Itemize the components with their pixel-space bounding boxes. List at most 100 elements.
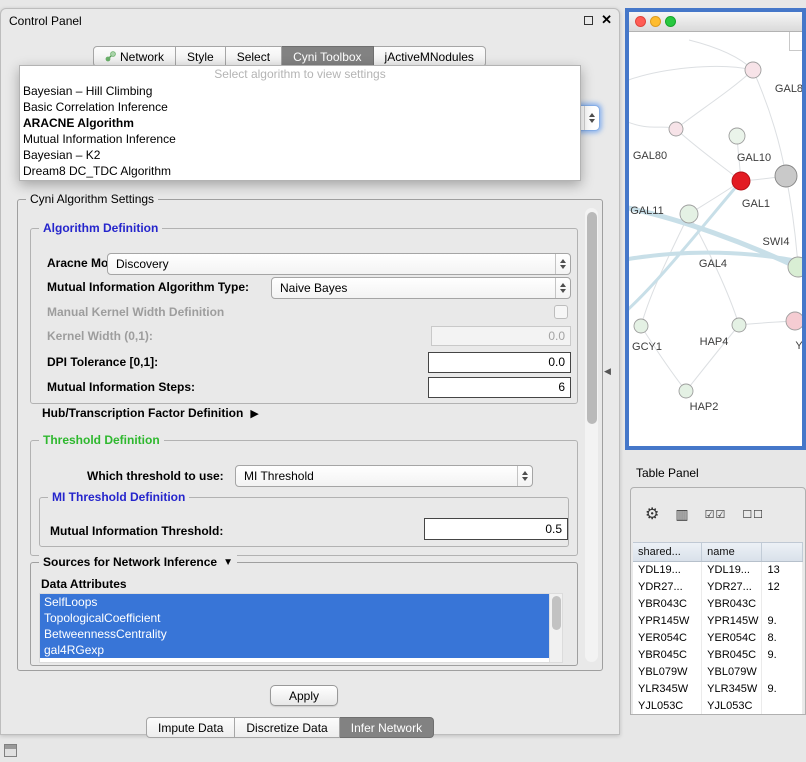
network-node[interactable]	[679, 384, 693, 398]
network-node[interactable]	[634, 319, 648, 333]
network-canvas[interactable]: GAL8GAL80GAL10GAL11GAL1SWI4GAL4GCY1HAP4Y…	[629, 32, 802, 446]
algorithm-option-bayesian-hill-climbing[interactable]: Bayesian – Hill Climbing	[20, 83, 580, 99]
tab-jactivemnodules[interactable]: jActiveMNodules	[374, 46, 486, 67]
tab-label: Style	[187, 50, 214, 64]
data-attribute-betweennesscentrality[interactable]: BetweennessCentrality	[40, 626, 549, 642]
table-cell: YDL19...	[633, 562, 702, 579]
float-panel-icon[interactable]	[584, 16, 593, 25]
node-label: GCY1	[632, 341, 662, 353]
mi-threshold-definition-title: MI Threshold Definition	[48, 490, 189, 504]
network-edge[interactable]	[676, 70, 753, 129]
close-traffic-light[interactable]	[635, 16, 646, 27]
algorithm-placeholder-option[interactable]: Select algorithm to view settings	[20, 66, 580, 83]
minimize-traffic-light[interactable]	[650, 16, 661, 27]
deselect-rows-icon[interactable]: ☐☐	[742, 508, 764, 521]
tab-infer-network[interactable]: Infer Network	[340, 717, 434, 738]
network-edge[interactable]	[689, 40, 753, 70]
mi-threshold-field[interactable]: 0.5	[424, 518, 568, 540]
network-edge[interactable]	[686, 325, 739, 391]
network-node[interactable]	[745, 62, 761, 78]
table-cell	[762, 596, 803, 613]
kernel-width-field: 0.0	[431, 326, 571, 346]
select-all-rows-icon[interactable]: ☑☑	[705, 508, 727, 521]
data-attribute-gal4rgexp[interactable]: gal4RGexp	[40, 642, 549, 658]
table-row[interactable]: YBL079WYBL079W	[633, 664, 803, 681]
collapse-right-icon[interactable]: ▶	[250, 407, 258, 420]
node-label: GAL8	[775, 83, 802, 95]
table-row[interactable]: YLR345WYLR345W9.	[633, 681, 803, 698]
dpi-tolerance-field[interactable]: 0.0	[428, 352, 571, 373]
column-selector-icon[interactable]: ▥	[675, 506, 688, 523]
data-attribute-selfloops[interactable]: SelfLoops	[40, 594, 549, 610]
apply-button[interactable]: Apply	[270, 685, 338, 706]
table-row[interactable]: YER054CYER054C8.	[633, 630, 803, 647]
network-node[interactable]	[729, 128, 745, 144]
combo-arrows-icon	[555, 278, 570, 298]
settings-scrollbar[interactable]	[585, 208, 598, 662]
network-node[interactable]	[669, 122, 683, 136]
which-threshold-select[interactable]: MI Threshold	[235, 465, 533, 487]
table-row[interactable]: YBR043CYBR043C	[633, 596, 803, 613]
manual-kernel-width-checkbox[interactable]	[554, 305, 568, 319]
scrollbar-thumb[interactable]	[587, 212, 597, 424]
table-cell: 12	[762, 579, 803, 596]
column-header-name[interactable]: name	[702, 543, 762, 561]
column-header-extra[interactable]	[762, 543, 803, 561]
network-edge[interactable]	[786, 176, 798, 267]
list-scrollbar[interactable]	[549, 594, 562, 662]
sources-group-title[interactable]: Sources for Network Inference ▼	[39, 555, 237, 569]
tab-discretize-data[interactable]: Discretize Data	[235, 717, 339, 738]
network-edge[interactable]	[641, 326, 686, 391]
algorithm-option-bayesian-k2[interactable]: Bayesian – K2	[20, 147, 580, 163]
tab-cyni-toolbox[interactable]: Cyni Toolbox	[282, 46, 373, 67]
network-node[interactable]	[680, 205, 698, 223]
tab-label: Select	[237, 50, 270, 64]
panel-splitter-collapse-icon[interactable]: ◀	[604, 366, 611, 377]
tab-network[interactable]: Network	[93, 46, 176, 67]
table-cell	[762, 698, 803, 714]
network-node[interactable]	[732, 172, 750, 190]
sources-title-text: Sources for Network Inference	[43, 555, 217, 569]
mi-steps-field[interactable]: 6	[428, 377, 571, 398]
tab-select[interactable]: Select	[226, 46, 282, 67]
algorithm-option-basic-correlation-inference[interactable]: Basic Correlation Inference	[20, 99, 580, 115]
network-edge[interactable]	[629, 66, 753, 82]
table-cell: YER054C	[633, 630, 702, 647]
control-panel-tabs: Network Style Select Cyni ToolboxjActiveMNo…	[93, 46, 486, 67]
algorithm-option-dream8-dc-tdc-algorithm[interactable]: Dream8 DC_TDC Algorithm	[20, 163, 580, 179]
table-row[interactable]: YBR045CYBR045C9.	[633, 647, 803, 664]
table-row[interactable]: YDR27...YDR27...12	[633, 579, 803, 596]
algorithm-option-mutual-information-inference[interactable]: Mutual Information Inference	[20, 131, 580, 147]
network-node[interactable]	[775, 165, 797, 187]
algorithm-option-aracne-algorithm[interactable]: ARACNE Algorithm	[20, 115, 580, 131]
zoom-traffic-light[interactable]	[665, 16, 676, 27]
kernel-width-label: Kernel Width (0,1):	[47, 329, 153, 343]
table-row[interactable]: YPR145WYPR145W9.	[633, 613, 803, 630]
minimized-panel-icon[interactable]	[4, 744, 17, 757]
tab-style[interactable]: Style	[176, 46, 226, 67]
mi-steps-label: Mutual Information Steps:	[47, 380, 195, 394]
close-panel-icon[interactable]: ✕	[601, 12, 612, 28]
node-label: GAL1	[742, 198, 770, 210]
data-attribute-topologicalcoefficient[interactable]: TopologicalCoefficient	[40, 610, 549, 626]
aracne-mode-select[interactable]: Discovery	[107, 253, 571, 275]
mi-algorithm-type-select[interactable]: Naive Bayes	[271, 277, 571, 299]
table-row[interactable]: YDL19...YDL19...13	[633, 562, 803, 579]
settings-gear-icon[interactable]: ⚙	[645, 504, 659, 524]
network-window-titlebar[interactable]	[629, 12, 802, 32]
network-node[interactable]	[786, 312, 802, 330]
hub-transcription-factor-section[interactable]: Hub/Transcription Factor Definition ▶	[42, 406, 259, 420]
table-row[interactable]: YJL053CYJL053C	[633, 698, 803, 714]
table-cell: YER054C	[702, 630, 762, 647]
network-node[interactable]	[732, 318, 746, 332]
manual-kernel-width-label: Manual Kernel Width Definition	[47, 305, 224, 319]
network-edge[interactable]	[629, 181, 741, 314]
tab-label: Infer Network	[351, 721, 422, 735]
tab-impute-data[interactable]: Impute Data	[146, 717, 235, 738]
data-attributes-list[interactable]: SelfLoopsTopologicalCoefficientBetweenne…	[39, 593, 563, 663]
table-cell: YPR145W	[633, 613, 702, 630]
combo-arrows-icon	[584, 106, 599, 130]
cyni-algorithm-settings-group: Cyni Algorithm Settings Algorithm Defini…	[17, 199, 603, 671]
scrollbar-thumb[interactable]	[552, 596, 561, 630]
column-header-shared[interactable]: shared...	[633, 543, 702, 561]
